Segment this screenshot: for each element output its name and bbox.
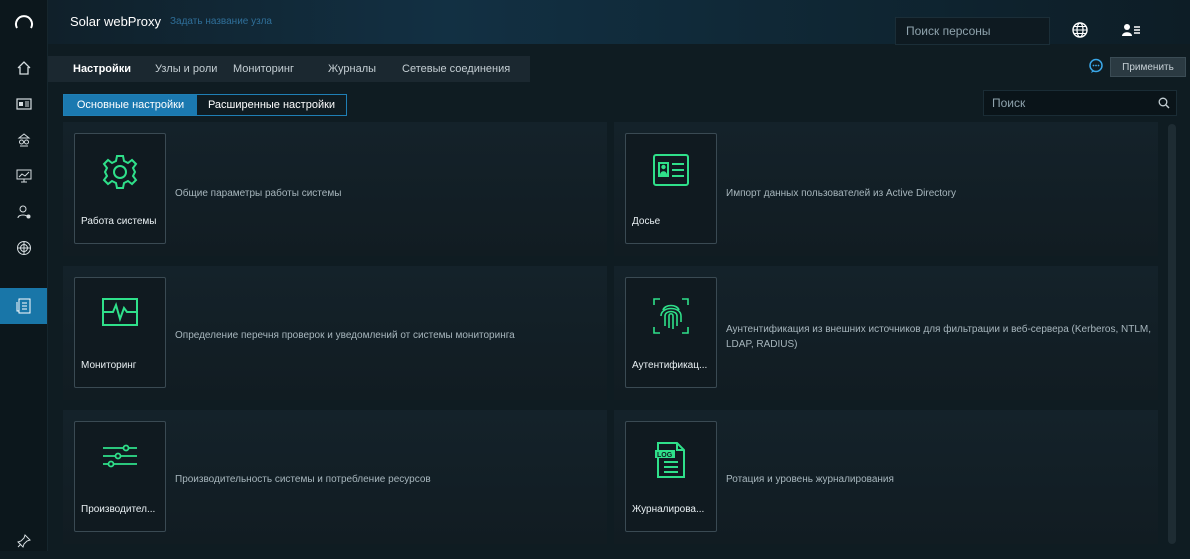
language-button[interactable]	[1072, 22, 1088, 43]
user-settings-icon	[17, 205, 30, 219]
chat-icon	[1089, 58, 1103, 73]
sidebar-item-home[interactable]	[0, 50, 47, 86]
tab-nodes-roles[interactable]: Узлы и роли	[155, 56, 217, 82]
tile-label: Работа системы	[81, 216, 157, 227]
tab-settings[interactable]: Настройки	[73, 56, 131, 82]
chat-button[interactable]	[1088, 58, 1104, 79]
tile-monitoring[interactable]: Мониторинг	[74, 277, 166, 388]
card-description: Определение перечня проверок и уведомлен…	[175, 330, 515, 341]
tab-network-connections[interactable]: Сетевые соединения	[402, 56, 510, 82]
main-tabs: Настройки Узлы и роли Мониторинг Журналы…	[48, 56, 530, 82]
apply-button[interactable]: Применить	[1110, 57, 1186, 77]
search-placeholder: Поиск	[992, 96, 1026, 110]
svg-text:LOG: LOG	[657, 452, 673, 459]
card-system[interactable]: Работа системы Общие параметры работы си…	[63, 122, 607, 256]
globe-icon	[1072, 22, 1088, 38]
gear-icon	[102, 155, 138, 189]
card-authentication[interactable]: Аутентификац... Аунтентификация из внешн…	[614, 266, 1158, 400]
card-monitoring[interactable]: Мониторинг Определение перечня проверок …	[63, 266, 607, 400]
search-input[interactable]: Поиск	[983, 90, 1177, 116]
id-card-icon	[653, 154, 689, 186]
subtab-advanced-settings[interactable]: Расширенные настройки	[197, 95, 346, 115]
tile-system[interactable]: Работа системы	[74, 133, 166, 244]
settings-doc-icon	[16, 298, 30, 314]
subtabs: Основные настройки Расширенные настройки	[63, 94, 347, 116]
card-dossier[interactable]: Досье Импорт данных пользователей из Act…	[614, 122, 1158, 256]
sidebar-item-network[interactable]	[0, 230, 47, 266]
tile-label: Журналирова...	[632, 504, 705, 515]
logo-ring-icon	[14, 15, 33, 29]
scrollbar[interactable]	[1168, 124, 1176, 544]
person-search-input[interactable]: Поиск персоны	[895, 17, 1050, 45]
card-description: Производительность системы и потребление…	[175, 474, 431, 485]
tile-dossier[interactable]: Досье	[625, 133, 717, 244]
card-description: Ротация и уровень журналирования	[726, 474, 894, 485]
sidebar-item-users[interactable]	[0, 194, 47, 230]
tile-logging[interactable]: LOG Журналирова...	[625, 421, 717, 532]
sidebar-item-dossier[interactable]	[0, 86, 47, 122]
user-card-icon	[1122, 24, 1140, 36]
card-logging[interactable]: LOG Журналирова... Ротация и уровень жур…	[614, 410, 1158, 544]
globe-network-icon	[16, 241, 31, 255]
node-name-field[interactable]: Задать название узла	[170, 16, 272, 27]
sidebar-item-settings[interactable]	[0, 288, 47, 324]
log-file-icon: LOG	[655, 442, 685, 478]
subtab-basic-settings[interactable]: Основные настройки	[64, 95, 197, 115]
sidebar-item-spy[interactable]	[0, 122, 47, 158]
user-menu-button[interactable]	[1122, 22, 1140, 43]
sidebar	[0, 0, 48, 551]
search-icon	[1158, 97, 1170, 109]
tile-label: Аутентификац...	[632, 360, 708, 371]
spy-icon	[17, 133, 30, 147]
sidebar-item-monitoring[interactable]	[0, 158, 47, 194]
monitor-chart-icon	[16, 169, 31, 183]
dossier-icon	[15, 98, 32, 110]
tile-label: Мониторинг	[81, 360, 137, 371]
tab-monitoring[interactable]: Мониторинг	[233, 56, 294, 82]
fingerprint-icon	[653, 298, 689, 334]
tile-label: Досье	[632, 216, 661, 227]
pin-icon	[16, 534, 31, 548]
sidebar-pin[interactable]	[0, 523, 47, 559]
tile-authentication[interactable]: Аутентификац...	[625, 277, 717, 388]
tile-performance[interactable]: Производител...	[74, 421, 166, 532]
card-description: Аунтентификация из внешних источников дл…	[726, 324, 1152, 350]
home-icon	[17, 61, 30, 75]
brand-title: Solar webProxy	[70, 14, 162, 29]
card-performance[interactable]: Производител... Производительность систе…	[63, 410, 607, 544]
card-description: Импорт данных пользователей из Active Di…	[726, 188, 956, 199]
heartbeat-monitor-icon	[102, 298, 138, 326]
app-logo[interactable]	[0, 0, 47, 44]
sliders-icon	[103, 444, 137, 468]
card-description: Общие параметры работы системы	[175, 188, 342, 199]
tile-label: Производител...	[81, 504, 156, 515]
tab-logs[interactable]: Журналы	[328, 56, 376, 82]
